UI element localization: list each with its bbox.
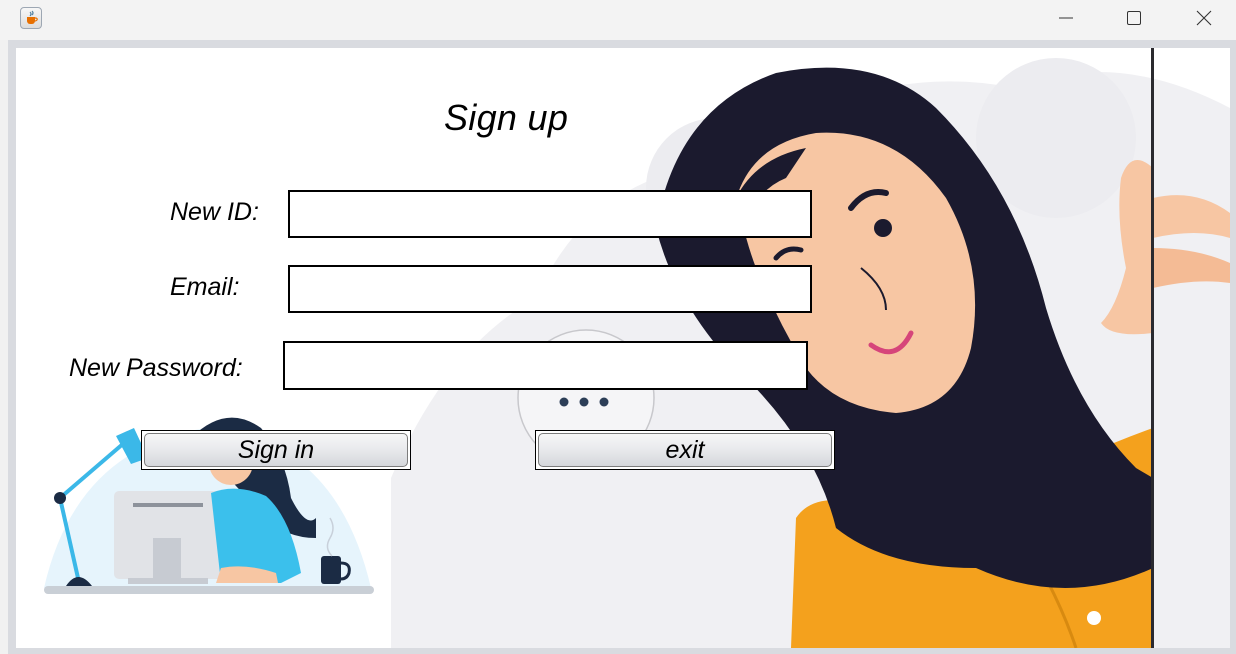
close-icon [1196,10,1212,26]
door-edge [1151,48,1154,648]
minimize-button[interactable] [1032,0,1100,36]
email-field[interactable] [288,265,812,313]
app-window: Sign up New ID: Email: New Password: Sig… [0,0,1236,654]
minimize-icon [1059,17,1073,19]
new-id-field[interactable] [288,190,812,238]
close-button[interactable] [1170,0,1236,36]
sign-in-button[interactable]: Sign in [141,430,411,470]
exit-button-label: exit [538,433,832,467]
new-password-label: New Password: [69,354,243,382]
new-id-label: New ID: [170,198,259,226]
signup-panel: Sign up New ID: Email: New Password: Sig… [16,48,1230,648]
exit-button[interactable]: exit [535,430,835,470]
sign-in-button-label: Sign in [144,433,408,467]
email-label: Email: [170,273,240,301]
new-password-field[interactable] [283,341,808,390]
maximize-icon [1127,11,1141,25]
java-cup-icon [20,7,42,29]
maximize-button[interactable] [1100,0,1168,36]
title-bar[interactable] [0,0,1236,40]
page-title: Sign up [444,97,569,138]
